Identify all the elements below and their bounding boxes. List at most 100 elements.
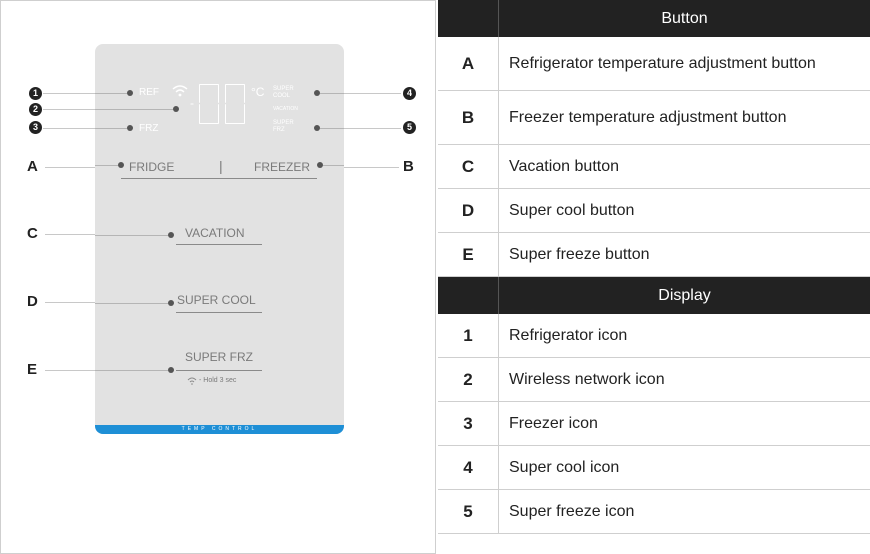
inner-leader-a	[95, 165, 118, 166]
legend-description: Freezer temperature adjustment button	[498, 90, 870, 145]
legend-key: 3	[438, 401, 499, 446]
leader-line-3	[43, 128, 95, 129]
callout-4: 4	[403, 87, 416, 100]
callout-e: E	[27, 361, 38, 378]
legend-body: Button A Refrigerator temperature adjustm…	[438, 0, 870, 534]
callout-c: C	[27, 225, 38, 242]
header-key-cell	[438, 0, 499, 37]
callout-a: A	[27, 158, 38, 175]
legend-description: Wireless network icon	[498, 357, 870, 402]
inner-leader-1	[95, 93, 127, 94]
wifi-icon	[172, 85, 188, 97]
display-header: Display	[498, 276, 870, 314]
legend-description: Super freeze button	[498, 232, 870, 277]
vacation-underline	[176, 244, 262, 245]
legend-row: 5 Super freeze icon	[438, 489, 870, 534]
freezer-button[interactable]: FREEZER	[254, 160, 310, 174]
legend-row: C Vacation button	[438, 144, 870, 189]
leader-line-e	[45, 370, 95, 371]
dot-c	[168, 232, 174, 238]
dot-5	[314, 125, 320, 131]
legend-key: 4	[438, 445, 499, 490]
inner-leader-b	[323, 165, 344, 166]
super-cool-button[interactable]: SUPER COOL	[177, 293, 256, 307]
super-frz-button[interactable]: SUPER FRZ	[185, 350, 253, 364]
minus-sign: -	[190, 96, 194, 110]
inner-leader-2	[95, 109, 173, 110]
legend-row: A Refrigerator temperature adjustment but…	[438, 37, 870, 91]
super-frz-underline	[176, 370, 262, 371]
inner-leader-d	[95, 303, 168, 304]
dot-2	[173, 106, 179, 112]
celsius-unit: °C	[251, 85, 265, 99]
super-cool-underline	[176, 312, 262, 313]
fridge-freezer-underline	[121, 178, 317, 179]
callout-b: B	[403, 158, 414, 175]
dot-d	[168, 300, 174, 306]
legend-row: 1 Refrigerator icon	[438, 314, 870, 358]
legend-key: A	[438, 37, 499, 91]
legend-description: Super cool icon	[498, 445, 870, 490]
inner-leader-5	[320, 128, 344, 129]
leader-line-c	[45, 234, 95, 235]
dot-3	[127, 125, 133, 131]
frz-icon: FRZ	[139, 123, 159, 134]
leader-line-5	[344, 128, 401, 129]
legend-key: C	[438, 144, 499, 189]
legend-description: Super freeze icon	[498, 489, 870, 534]
legend-key: 1	[438, 314, 499, 358]
dot-4	[314, 90, 320, 96]
legend-description: Super cool button	[498, 188, 870, 233]
super-cool-icon: SUPER COOL	[273, 86, 294, 99]
super-frz-icon: SUPER FRZ	[273, 120, 294, 133]
fridge-button[interactable]: FRIDGE	[129, 160, 174, 174]
legend-key: 5	[438, 489, 499, 534]
callout-2: 2	[29, 103, 42, 116]
legend-description: Vacation button	[498, 144, 870, 189]
dot-e	[168, 367, 174, 373]
leader-line-1	[43, 93, 95, 94]
callout-1: 1	[29, 87, 42, 100]
vacation-icon: VACATION	[273, 106, 298, 112]
legend-key: B	[438, 90, 499, 145]
leader-line-d	[45, 302, 95, 303]
dot-1	[127, 90, 133, 96]
dot-a	[118, 162, 124, 168]
leader-line-2	[43, 109, 95, 110]
legend-row: 2 Wireless network icon	[438, 357, 870, 402]
temp-control-panel: REF FRZ - °C SUPER COOL VACATION SUPER F…	[95, 44, 344, 434]
wifi-icon	[187, 377, 197, 385]
leader-line-b	[344, 167, 399, 168]
button-header: Button	[498, 0, 870, 37]
legend-row: E Super freeze button	[438, 232, 870, 277]
legend-key: 2	[438, 357, 499, 402]
display-header-row: Display	[438, 276, 870, 314]
button-header-row: Button	[438, 0, 870, 37]
legend-key: D	[438, 188, 499, 233]
legend-description: Refrigerator temperature adjustment butt…	[498, 37, 870, 91]
leader-line-4	[344, 93, 401, 94]
legend-key: E	[438, 232, 499, 277]
legend-description: Freezer icon	[498, 401, 870, 446]
header-key-cell	[438, 276, 499, 314]
legend-row: B Freezer temperature adjustment button	[438, 90, 870, 145]
legend-row: 4 Super cool icon	[438, 445, 870, 490]
legend-row: 3 Freezer icon	[438, 401, 870, 446]
ref-icon: REF	[139, 87, 159, 98]
inner-leader-e	[95, 370, 168, 371]
callout-3: 3	[29, 121, 42, 134]
inner-leader-3	[95, 128, 127, 129]
inner-leader-c	[95, 235, 168, 236]
hold-note: - Hold 3 sec	[199, 377, 237, 384]
legend-description: Refrigerator icon	[498, 314, 870, 358]
callout-5: 5	[403, 121, 416, 134]
leader-line-a	[45, 167, 95, 168]
vacation-button[interactable]: VACATION	[185, 226, 245, 240]
inner-leader-4	[320, 93, 344, 94]
legend-table: Button A Refrigerator temperature adjustm…	[438, 0, 870, 534]
callout-d: D	[27, 293, 38, 310]
temp-control-label: TEMP CONTROL	[95, 425, 344, 434]
button-divider: |	[219, 158, 223, 174]
control-panel-diagram: 1 2 3 4 5 A B C D E REF FRZ - °C SUPER C…	[0, 0, 436, 554]
legend-row: D Super cool button	[438, 188, 870, 233]
